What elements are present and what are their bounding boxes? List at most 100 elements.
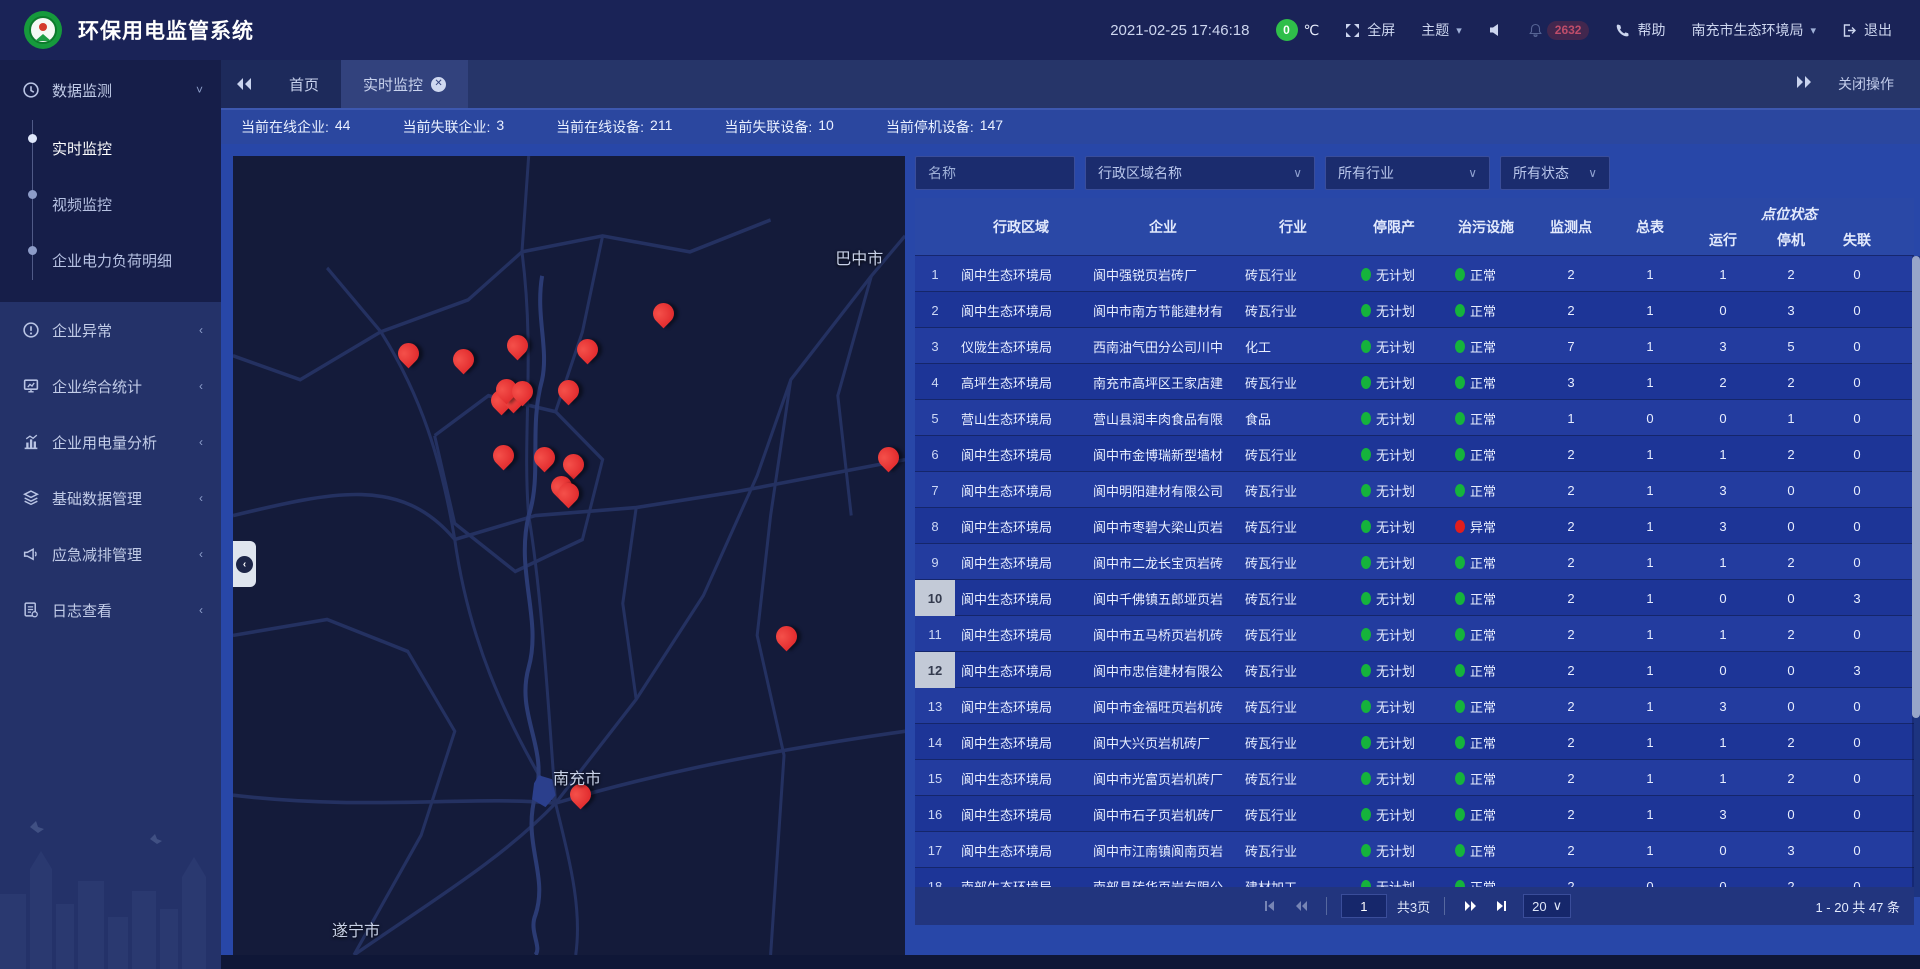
- sidebar-item-power-usage-analysis[interactable]: 企业用电量分析 ‹: [0, 414, 221, 470]
- table-row[interactable]: 11 阆中生态环境局 阆中市五马桥页岩机砖 砖瓦行业 无计划 正常 2 1 1 …: [915, 616, 1914, 652]
- cell-industry: 砖瓦行业: [1239, 589, 1347, 608]
- cell-run: 1: [1689, 267, 1757, 282]
- notification-count-badge: 2632: [1547, 21, 1590, 40]
- table-row[interactable]: 3 仪陇生态环境局 西南油气田分公司川中 化工 无计划 正常 7 1 3 5 0: [915, 328, 1914, 364]
- next-page-button[interactable]: [1459, 895, 1481, 917]
- status-text: 异常: [1470, 517, 1496, 536]
- tabs-scroll-right-button[interactable]: [1796, 75, 1812, 93]
- cell-production: 无计划: [1347, 517, 1441, 536]
- status-dot: [1455, 448, 1465, 461]
- table-row[interactable]: 18 南部生态环境局 南部县砖华页岩有限公 建材加工 无计划 正常 2 0 0 …: [915, 868, 1914, 887]
- scrollbar-thumb[interactable]: [1912, 256, 1920, 718]
- table-row[interactable]: 6 阆中生态环境局 阆中市金博瑞新型墙材 砖瓦行业 无计划 正常 2 1 1 2…: [915, 436, 1914, 472]
- sidebar-item-power-load-detail[interactable]: 企业电力负荷明细: [0, 232, 221, 288]
- theme-dropdown[interactable]: 主题 ▾: [1421, 20, 1462, 40]
- status-text: 正常: [1470, 589, 1496, 608]
- sidebar-item-realtime-monitoring[interactable]: 实时监控: [0, 120, 221, 176]
- cell-industry: 化工: [1239, 337, 1347, 356]
- region-filter-select[interactable]: 行政区域名称 ∨: [1085, 156, 1315, 190]
- sidebar-group-expanded: 数据监测 ˅ 实时监控 视频监控 企业电力负荷明细: [0, 60, 221, 302]
- table-row[interactable]: 14 阆中生态环境局 阆中大兴页岩机砖厂 砖瓦行业 无计划 正常 2 1 1 2…: [915, 724, 1914, 760]
- help-button[interactable]: 帮助: [1615, 20, 1665, 40]
- table-row[interactable]: 1 阆中生态环境局 阆中强锐页岩砖厂 砖瓦行业 无计划 正常 2 1 1 2 0: [915, 256, 1914, 292]
- cell-monitor: 2: [1531, 267, 1611, 282]
- sidebar-item-basic-data-management[interactable]: 基础数据管理 ‹: [0, 470, 221, 526]
- cell-stop: 0: [1757, 519, 1825, 534]
- page-size-select[interactable]: 20 ∨: [1523, 894, 1571, 918]
- cell-stop: 2: [1757, 267, 1825, 282]
- cell-total: 1: [1611, 519, 1689, 534]
- last-page-button[interactable]: [1491, 895, 1513, 917]
- table-row[interactable]: 10 阆中生态环境局 阆中千佛镇五郎垭页岩 砖瓦行业 无计划 正常 2 1 0 …: [915, 580, 1914, 616]
- tab-close-icon[interactable]: ✕: [431, 77, 446, 92]
- status-dot: [1455, 412, 1465, 425]
- map-canvas[interactable]: ‹ 巴中市南充市遂宁市: [233, 156, 905, 955]
- cell-monitor: 2: [1531, 447, 1611, 462]
- table-row[interactable]: 9 阆中生态环境局 阆中市二龙长宝页岩砖 砖瓦行业 无计划 正常 2 1 1 2…: [915, 544, 1914, 580]
- layers-icon: [22, 489, 40, 507]
- cell-industry: 食品: [1239, 409, 1347, 428]
- table-scrollbar[interactable]: [1912, 256, 1920, 897]
- notifications-button[interactable]: 2632: [1528, 21, 1590, 40]
- cell-monitor: 7: [1531, 339, 1611, 354]
- tab-realtime-monitoring[interactable]: 实时监控 ✕: [341, 60, 468, 108]
- chevron-down-icon: ∨: [1468, 166, 1477, 180]
- name-filter-field[interactable]: [915, 156, 1075, 190]
- status-dot: [1361, 340, 1371, 353]
- cell-monitor: 2: [1531, 303, 1611, 318]
- table-row[interactable]: 8 阆中生态环境局 阆中市枣碧大梁山页岩 砖瓦行业 无计划 异常 2 1 3 0…: [915, 508, 1914, 544]
- cell-stop: 3: [1757, 303, 1825, 318]
- bar-chart-icon: [22, 433, 40, 451]
- table-row[interactable]: 17 阆中生态环境局 阆中市江南镇阆南页岩 砖瓦行业 无计划 正常 2 1 0 …: [915, 832, 1914, 868]
- cell-company: 南部县砖华页岩有限公: [1087, 877, 1239, 888]
- status-text: 正常: [1470, 877, 1496, 888]
- sidebar-item-enterprise-abnormal[interactable]: 企业异常 ‹: [0, 302, 221, 358]
- cell-facility: 正常: [1441, 805, 1531, 824]
- status-dot: [1455, 340, 1465, 353]
- table-row[interactable]: 12 阆中生态环境局 阆中市忠信建材有限公 砖瓦行业 无计划 正常 2 1 0 …: [915, 652, 1914, 688]
- table-row[interactable]: 4 高坪生态环境局 南充市高坪区王家店建 砖瓦行业 无计划 正常 3 1 2 2…: [915, 364, 1914, 400]
- row-num: 6: [915, 436, 955, 472]
- table-row[interactable]: 15 阆中生态环境局 阆中市光富页岩机砖厂 砖瓦行业 无计划 正常 2 1 1 …: [915, 760, 1914, 796]
- status-filter-select[interactable]: 所有状态 ∨: [1500, 156, 1610, 190]
- sidebar-item-enterprise-statistics[interactable]: 企业综合统计 ‹: [0, 358, 221, 414]
- row-num: 16: [915, 796, 955, 832]
- close-operations-button[interactable]: 关闭操作: [1838, 74, 1894, 94]
- status-dot: [1455, 880, 1465, 888]
- name-filter-input[interactable]: [928, 165, 1062, 181]
- sidebar-collapse-button[interactable]: ‹: [233, 541, 256, 587]
- sidebar-item-data-monitoring[interactable]: 数据监测 ˅: [0, 60, 221, 120]
- cell-run: 0: [1689, 843, 1757, 858]
- page-number-input[interactable]: [1341, 894, 1387, 918]
- mute-button[interactable]: [1488, 23, 1502, 37]
- tabs-scroll-left-button[interactable]: [221, 60, 267, 108]
- cell-facility: 正常: [1441, 553, 1531, 572]
- status-text: 无计划: [1376, 805, 1415, 824]
- cell-monitor: 2: [1531, 591, 1611, 606]
- table-row[interactable]: 7 阆中生态环境局 阆中明阳建材有限公司 砖瓦行业 无计划 正常 2 1 3 0…: [915, 472, 1914, 508]
- cell-region: 南部生态环境局: [955, 877, 1087, 888]
- first-page-button[interactable]: [1258, 895, 1280, 917]
- table-row[interactable]: 2 阆中生态环境局 阆中市南方节能建材有 砖瓦行业 无计划 正常 2 1 0 3…: [915, 292, 1914, 328]
- logout-button[interactable]: 退出: [1842, 20, 1892, 40]
- cell-lost: 0: [1825, 339, 1889, 354]
- table-row[interactable]: 16 阆中生态环境局 阆中市石子页岩机砖厂 砖瓦行业 无计划 正常 2 1 3 …: [915, 796, 1914, 832]
- sidebar-item-log-view[interactable]: 日志查看 ‹: [0, 582, 221, 638]
- sidebar-item-emergency-reduction[interactable]: 应急减排管理 ‹: [0, 526, 221, 582]
- industry-filter-select[interactable]: 所有行业 ∨: [1325, 156, 1490, 190]
- cell-region: 阆中生态环境局: [955, 733, 1087, 752]
- table-row[interactable]: 5 营山生态环境局 营山县润丰肉食品有限 食品 无计划 正常 1 0 0 1 0: [915, 400, 1914, 436]
- fullscreen-button[interactable]: 全屏: [1345, 20, 1395, 40]
- prev-page-button[interactable]: [1290, 895, 1312, 917]
- divider: [1444, 897, 1445, 915]
- status-dot: [1361, 772, 1371, 785]
- cell-stop: 0: [1757, 663, 1825, 678]
- tab-home[interactable]: 首页: [267, 60, 341, 108]
- cell-monitor: 2: [1531, 807, 1611, 822]
- status-text: 无计划: [1376, 661, 1415, 680]
- cell-monitor: 2: [1531, 555, 1611, 570]
- table-row[interactable]: 13 阆中生态环境局 阆中市金福旺页岩机砖 砖瓦行业 无计划 正常 2 1 3 …: [915, 688, 1914, 724]
- status-dot: [1455, 520, 1465, 533]
- org-dropdown[interactable]: 南充市生态环境局 ▾: [1691, 20, 1816, 40]
- sidebar-item-video-monitoring[interactable]: 视频监控: [0, 176, 221, 232]
